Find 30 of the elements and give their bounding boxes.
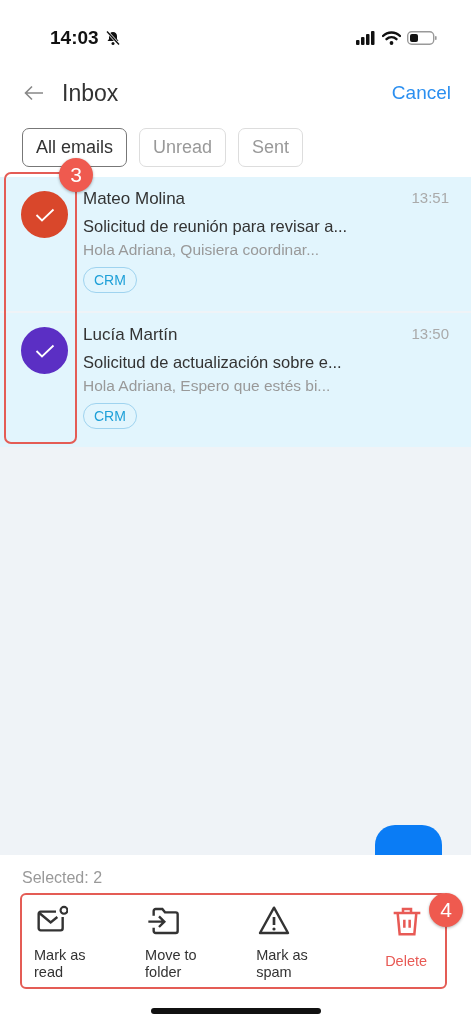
annotation-badge: 3 [59, 158, 93, 192]
selected-count: Selected: 2 [21, 869, 104, 887]
selection-checkbox[interactable] [21, 327, 68, 374]
sender-name: Lucía Martín [83, 325, 178, 345]
action-button[interactable]: Mark as spam [256, 905, 368, 987]
message-time: 13:51 [411, 189, 449, 208]
message-preview: Hola Adriana, Espero que estés bi... [83, 377, 332, 395]
back-button[interactable] [22, 83, 46, 103]
message-subject: Solicitud de actualización sobre e... [83, 353, 343, 372]
battery-icon [407, 31, 437, 45]
selection-checkbox[interactable] [21, 191, 68, 238]
checkmark-icon [34, 343, 55, 358]
warning-icon [258, 905, 291, 937]
action-button[interactable]: Move to folder [145, 905, 257, 987]
message-preview: Hola Adriana, Quisiera coordinar... [83, 241, 321, 259]
compose-button[interactable] [375, 825, 442, 855]
muted-bell-icon [104, 30, 121, 46]
folder-arrow-icon [147, 905, 180, 937]
checkmark-icon [34, 207, 55, 222]
action-button[interactable]: Mark as read [34, 905, 146, 987]
clock-time: 14:03 [50, 27, 99, 49]
back-arrow-icon [24, 85, 44, 101]
message-subject: Solicitud de reunión para revisar a... [83, 217, 349, 236]
message-row[interactable]: Lucía Martín 13:50 Solicitud de actualización sobre e... Hola Adriana, Espero que estés bi... CRM [0, 313, 471, 447]
annotation-badge: 4 [429, 893, 463, 927]
signal-icon [356, 31, 376, 45]
message-time: 13:50 [411, 325, 449, 344]
sender-name: Mateo Molina [83, 189, 186, 209]
screen-title: Inbox [62, 79, 119, 107]
wifi-icon [382, 31, 401, 45]
